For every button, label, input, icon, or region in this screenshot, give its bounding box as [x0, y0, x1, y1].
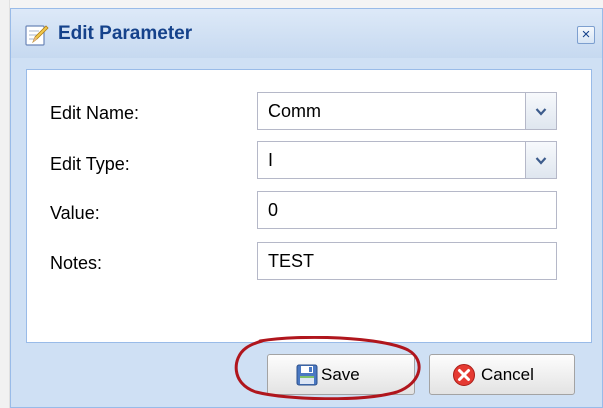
value-input[interactable]	[257, 191, 557, 229]
edit-type-dropdown-trigger[interactable]	[525, 142, 556, 178]
edit-name-combobox[interactable]: Comm	[257, 92, 557, 130]
edit-name-label: Edit Name:	[50, 103, 140, 123]
close-icon: ×	[581, 26, 591, 43]
edit-type-combobox[interactable]: I	[257, 141, 557, 179]
edit-parameter-dialog: Edit Parameter × Edit Name: Comm Edit Ty…	[10, 8, 603, 408]
page-left-edge	[0, 0, 10, 408]
value-label: Value:	[50, 203, 100, 223]
chevron-down-icon	[535, 156, 547, 165]
notes-input[interactable]	[257, 242, 557, 280]
edit-name-value: Comm	[268, 101, 321, 121]
chevron-down-icon	[535, 107, 547, 116]
edit-type-value: I	[268, 150, 274, 170]
close-button[interactable]: ×	[577, 26, 595, 44]
save-button[interactable]: Save	[267, 354, 415, 395]
floppy-disk-icon	[295, 363, 319, 387]
cancel-button[interactable]: Cancel	[429, 354, 575, 395]
page-background	[0, 0, 603, 8]
dialog-title: Edit Parameter	[58, 23, 193, 44]
form-panel: Edit Name: Comm Edit Type: I Value: Note…	[26, 69, 592, 343]
edit-pencil-icon	[25, 23, 49, 47]
red-x-circle-icon	[452, 363, 476, 387]
notes-label: Notes:	[50, 253, 103, 273]
cancel-button-label: Cancel	[481, 364, 534, 384]
edit-name-dropdown-trigger[interactable]	[525, 93, 556, 129]
save-button-label: Save	[321, 364, 360, 384]
edit-type-label: Edit Type:	[50, 154, 130, 174]
dialog-titlebar[interactable]: Edit Parameter ×	[11, 9, 602, 58]
